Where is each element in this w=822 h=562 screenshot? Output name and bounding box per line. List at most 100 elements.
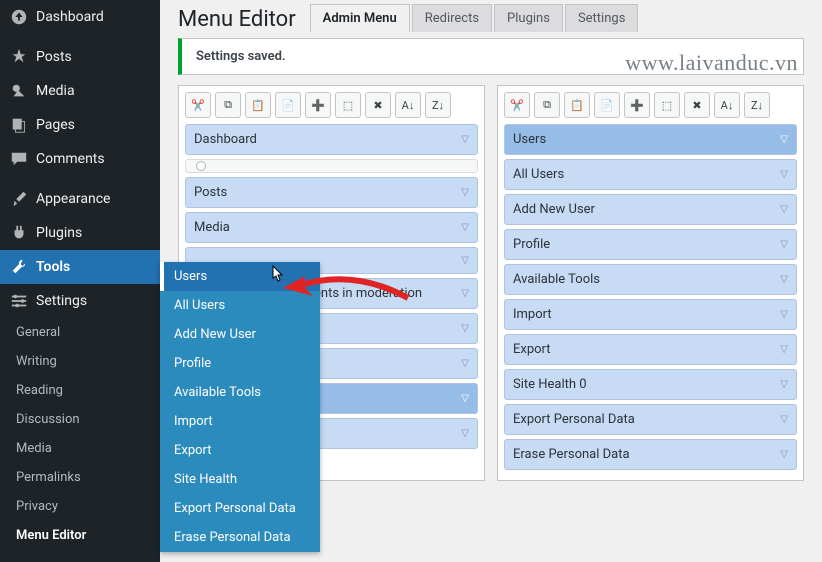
media-icon	[10, 82, 28, 100]
sort-za-button[interactable]: Z↓	[425, 92, 451, 118]
submenu-item-all-users[interactable]: All Users▽	[504, 159, 797, 190]
new-button[interactable]: 📄	[275, 92, 301, 118]
label: Settings	[36, 293, 87, 309]
tab-plugins[interactable]: Plugins	[494, 4, 563, 32]
label: Plugins	[36, 225, 82, 241]
cut-button[interactable]: ✂️	[185, 92, 211, 118]
sub-reading[interactable]: Reading	[0, 376, 160, 405]
right-toolbar: ✂️ ⧉ 📋 📄 ➕ ⬚ ✖ A↓ Z↓	[504, 92, 797, 118]
hide-button[interactable]: ⬚	[654, 92, 680, 118]
flyout-users[interactable]: Users	[160, 262, 320, 291]
comment-icon	[10, 150, 28, 168]
chevron-down-icon: ▽	[780, 414, 788, 425]
chevron-down-icon: ▽	[780, 134, 788, 145]
pin-icon	[10, 48, 28, 66]
chevron-down-icon: ▽	[780, 309, 788, 320]
sub-privacy[interactable]: Privacy	[0, 492, 160, 521]
sidebar-item-appearance[interactable]: Appearance	[0, 182, 160, 216]
flyout-profile[interactable]: Profile	[160, 349, 320, 378]
submenu-item-users[interactable]: Users▽	[504, 124, 797, 155]
submenu-item-export[interactable]: Export▽	[504, 334, 797, 365]
success-notice: Settings saved.	[178, 38, 804, 75]
chevron-down-icon: ▽	[461, 323, 469, 334]
delete-button[interactable]: ✖	[684, 92, 710, 118]
sidebar-item-dashboard[interactable]: Dashboard	[0, 0, 160, 34]
left-toolbar: ✂️ ⧉ 📋 📄 ➕ ⬚ ✖ A↓ Z↓	[185, 92, 478, 118]
flyout-site-health[interactable]: Site Health	[160, 465, 320, 494]
sub-discussion[interactable]: Discussion	[0, 405, 160, 434]
label: Tools	[36, 259, 70, 275]
wp-admin-sidebar: Dashboard Posts Media Pages Comments App…	[0, 0, 160, 562]
submenu-item-profile[interactable]: Profile▽	[504, 229, 797, 260]
tab-redirects[interactable]: Redirects	[412, 4, 492, 32]
delete-button[interactable]: ✖	[365, 92, 391, 118]
sidebar-item-plugins[interactable]: Plugins	[0, 216, 160, 250]
chevron-down-icon: ▽	[780, 344, 788, 355]
menu-separator[interactable]	[185, 159, 478, 173]
submenu-item-site-health[interactable]: Site Health 0▽	[504, 369, 797, 400]
label: Appearance	[36, 191, 110, 207]
flyout-available-tools[interactable]: Available Tools	[160, 378, 320, 407]
flyout-erase-personal[interactable]: Erase Personal Data	[160, 523, 320, 552]
copy-button[interactable]: ⧉	[534, 92, 560, 118]
chevron-down-icon: ▽	[461, 288, 469, 299]
chevron-down-icon: ▽	[461, 255, 469, 266]
sub-general[interactable]: General	[0, 318, 160, 347]
page-header: Menu Editor Admin Menu Redirects Plugins…	[178, 4, 804, 32]
paste-button[interactable]: 📋	[245, 92, 271, 118]
flyout-all-users[interactable]: All Users	[160, 291, 320, 320]
chevron-down-icon: ▽	[780, 239, 788, 250]
submenu-item-available-tools[interactable]: Available Tools▽	[504, 264, 797, 295]
submenu-item-erase-personal[interactable]: Erase Personal Data▽	[504, 439, 797, 470]
chevron-down-icon: ▽	[461, 134, 469, 145]
flyout-add-new-user[interactable]: Add New User	[160, 320, 320, 349]
chevron-down-icon: ▽	[461, 222, 469, 233]
new-button[interactable]: 📄	[594, 92, 620, 118]
chevron-down-icon: ▽	[780, 204, 788, 215]
wrench-icon	[10, 258, 28, 276]
chevron-down-icon: ▽	[780, 379, 788, 390]
chevron-down-icon: ▽	[780, 449, 788, 460]
tools-flyout-menu: Users All Users Add New User Profile Ava…	[160, 262, 320, 552]
sliders-icon	[10, 292, 28, 310]
flyout-export[interactable]: Export	[160, 436, 320, 465]
right-menu-panel: ✂️ ⧉ 📋 📄 ➕ ⬚ ✖ A↓ Z↓ Users▽ All Users▽ A…	[497, 85, 804, 481]
menu-item-dashboard[interactable]: Dashboard▽	[185, 124, 478, 155]
tab-admin-menu[interactable]: Admin Menu	[310, 4, 410, 32]
hide-button[interactable]: ⬚	[335, 92, 361, 118]
chevron-down-icon: ▽	[780, 274, 788, 285]
chevron-down-icon: ▽	[461, 393, 469, 404]
sort-az-button[interactable]: A↓	[714, 92, 740, 118]
chevron-down-icon: ▽	[461, 428, 469, 439]
add-button[interactable]: ➕	[305, 92, 331, 118]
flyout-export-personal[interactable]: Export Personal Data	[160, 494, 320, 523]
sub-menu-editor[interactable]: Menu Editor	[0, 521, 160, 550]
sidebar-item-media[interactable]: Media	[0, 74, 160, 108]
sort-za-button[interactable]: Z↓	[744, 92, 770, 118]
copy-button[interactable]: ⧉	[215, 92, 241, 118]
submenu-item-add-new-user[interactable]: Add New User▽	[504, 194, 797, 225]
add-button[interactable]: ➕	[624, 92, 650, 118]
sub-writing[interactable]: Writing	[0, 347, 160, 376]
label: Pages	[36, 117, 75, 133]
tab-settings[interactable]: Settings	[565, 4, 638, 32]
label: Media	[36, 83, 75, 99]
flyout-import[interactable]: Import	[160, 407, 320, 436]
paste-button[interactable]: 📋	[564, 92, 590, 118]
submenu-item-import[interactable]: Import▽	[504, 299, 797, 330]
sidebar-item-posts[interactable]: Posts	[0, 40, 160, 74]
sidebar-item-settings[interactable]: Settings	[0, 284, 160, 318]
tab-bar: Admin Menu Redirects Plugins Settings	[310, 4, 641, 32]
submenu-item-export-personal[interactable]: Export Personal Data▽	[504, 404, 797, 435]
label: Comments	[36, 151, 105, 167]
sidebar-item-pages[interactable]: Pages	[0, 108, 160, 142]
menu-item-posts[interactable]: Posts▽	[185, 177, 478, 208]
sidebar-item-tools[interactable]: Tools	[0, 250, 160, 284]
page-title: Menu Editor	[178, 7, 296, 32]
sub-permalinks[interactable]: Permalinks	[0, 463, 160, 492]
sort-az-button[interactable]: A↓	[395, 92, 421, 118]
sidebar-item-comments[interactable]: Comments	[0, 142, 160, 176]
sub-media[interactable]: Media	[0, 434, 160, 463]
cut-button[interactable]: ✂️	[504, 92, 530, 118]
menu-item-media[interactable]: Media▽	[185, 212, 478, 243]
